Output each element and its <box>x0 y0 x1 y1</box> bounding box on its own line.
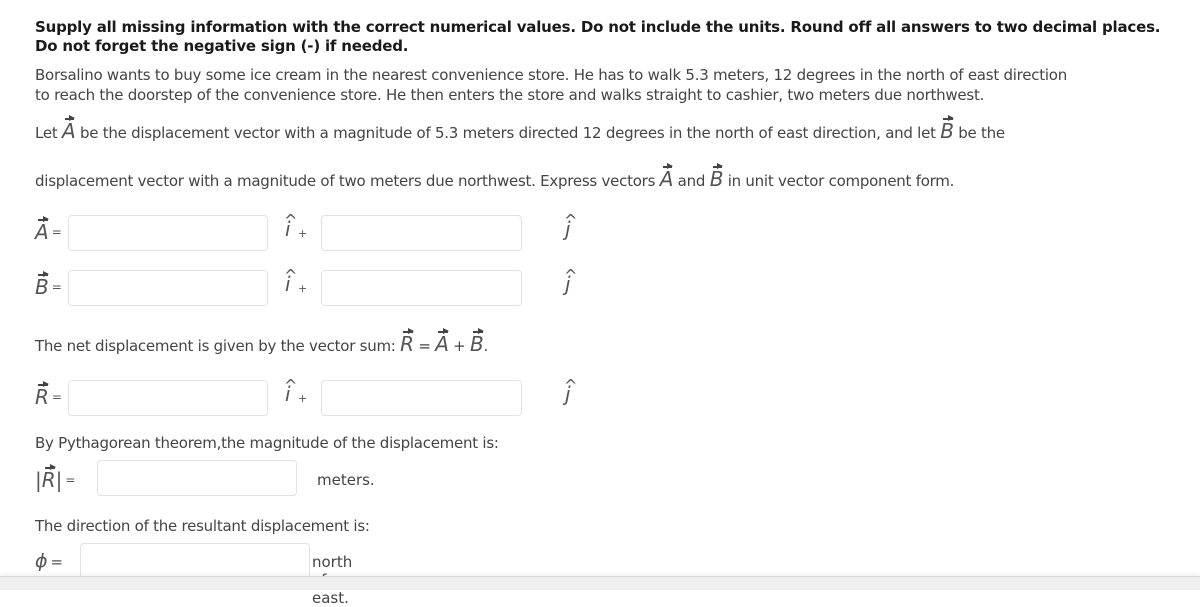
problem-line-2: to reach the doorstep of the convenience… <box>35 86 985 104</box>
express-and: and <box>677 172 706 190</box>
plus-sign: + <box>453 337 466 355</box>
bottom-bar <box>0 576 1200 590</box>
j-hat-icon: ^ j <box>564 266 578 296</box>
i-hat-icon: ^ i <box>284 376 298 406</box>
equals-sign: = <box>50 553 64 571</box>
vector-b-symbol: B <box>940 115 955 143</box>
vector-b-symbol: B <box>35 271 49 299</box>
vector-b-j-input[interactable] <box>321 270 522 306</box>
express-line: displacement vector with a magnitude of … <box>35 163 955 191</box>
vector-b-i-input[interactable] <box>68 270 268 306</box>
vector-a-label: A = <box>35 216 62 244</box>
magnitude-label: |R| = <box>35 464 76 492</box>
i-hat-icon: ^ i <box>284 211 298 241</box>
let-b-text: be the <box>958 124 1005 142</box>
let-a-text: be the displacement vector with a magnit… <box>79 124 936 142</box>
vector-a-symbol: A <box>35 216 49 244</box>
vector-a-i-input[interactable] <box>68 215 268 251</box>
plus-sign: + <box>298 392 308 405</box>
plus-sign: + <box>298 282 308 295</box>
equals-sign: = <box>51 225 62 239</box>
let-prefix: Let <box>35 124 58 142</box>
problem-line-1: Borsalino wants to buy some ice cream in… <box>35 66 1067 84</box>
vector-r-symbol: R <box>400 328 414 356</box>
phi-symbol: ϕ <box>35 550 48 572</box>
equals-sign: = <box>65 473 76 487</box>
vector-r-symbol: R <box>41 464 56 492</box>
vector-a-symbol: A <box>435 328 450 356</box>
vector-r-label: R = <box>35 381 62 409</box>
vector-a-j-input[interactable] <box>321 215 522 251</box>
equals-sign: = <box>51 280 62 294</box>
vector-r-j-input[interactable] <box>321 380 522 416</box>
magnitude-unit: meters. <box>317 471 375 489</box>
direction-text: The direction of the resultant displacem… <box>35 517 370 535</box>
vector-b-label: B = <box>35 271 62 299</box>
let-line: Let A be the displacement vector with a … <box>35 115 1005 143</box>
express-prefix: displacement vector with a magnitude of … <box>35 172 656 190</box>
j-hat-icon: ^ j <box>564 211 578 241</box>
equals-sign: = <box>51 390 62 404</box>
net-displacement-line: The net displacement is given by the vec… <box>35 328 489 356</box>
vector-a-symbol: A <box>61 115 76 143</box>
vector-b-symbol: B <box>470 328 485 356</box>
net-displacement-text: The net displacement is given by the vec… <box>35 337 396 355</box>
plus-sign: + <box>298 227 308 240</box>
vector-r-i-input[interactable] <box>68 380 268 416</box>
j-hat-icon: ^ j <box>564 376 578 406</box>
instructions: Supply all missing information with the … <box>35 18 1161 55</box>
direction-input[interactable] <box>80 543 310 579</box>
direction-label: ϕ = <box>35 550 63 572</box>
express-suffix: in unit vector component form. <box>727 172 955 190</box>
equals-sign: = <box>418 337 431 355</box>
period: . <box>483 337 489 355</box>
vector-b-symbol: B <box>709 163 724 191</box>
magnitude-input[interactable] <box>97 460 297 496</box>
magnitude-text: By Pythagorean theorem,the magnitude of … <box>35 434 499 452</box>
i-hat-icon: ^ i <box>284 266 298 296</box>
vector-r-symbol: R <box>35 381 49 409</box>
vector-a-symbol: A <box>659 163 674 191</box>
